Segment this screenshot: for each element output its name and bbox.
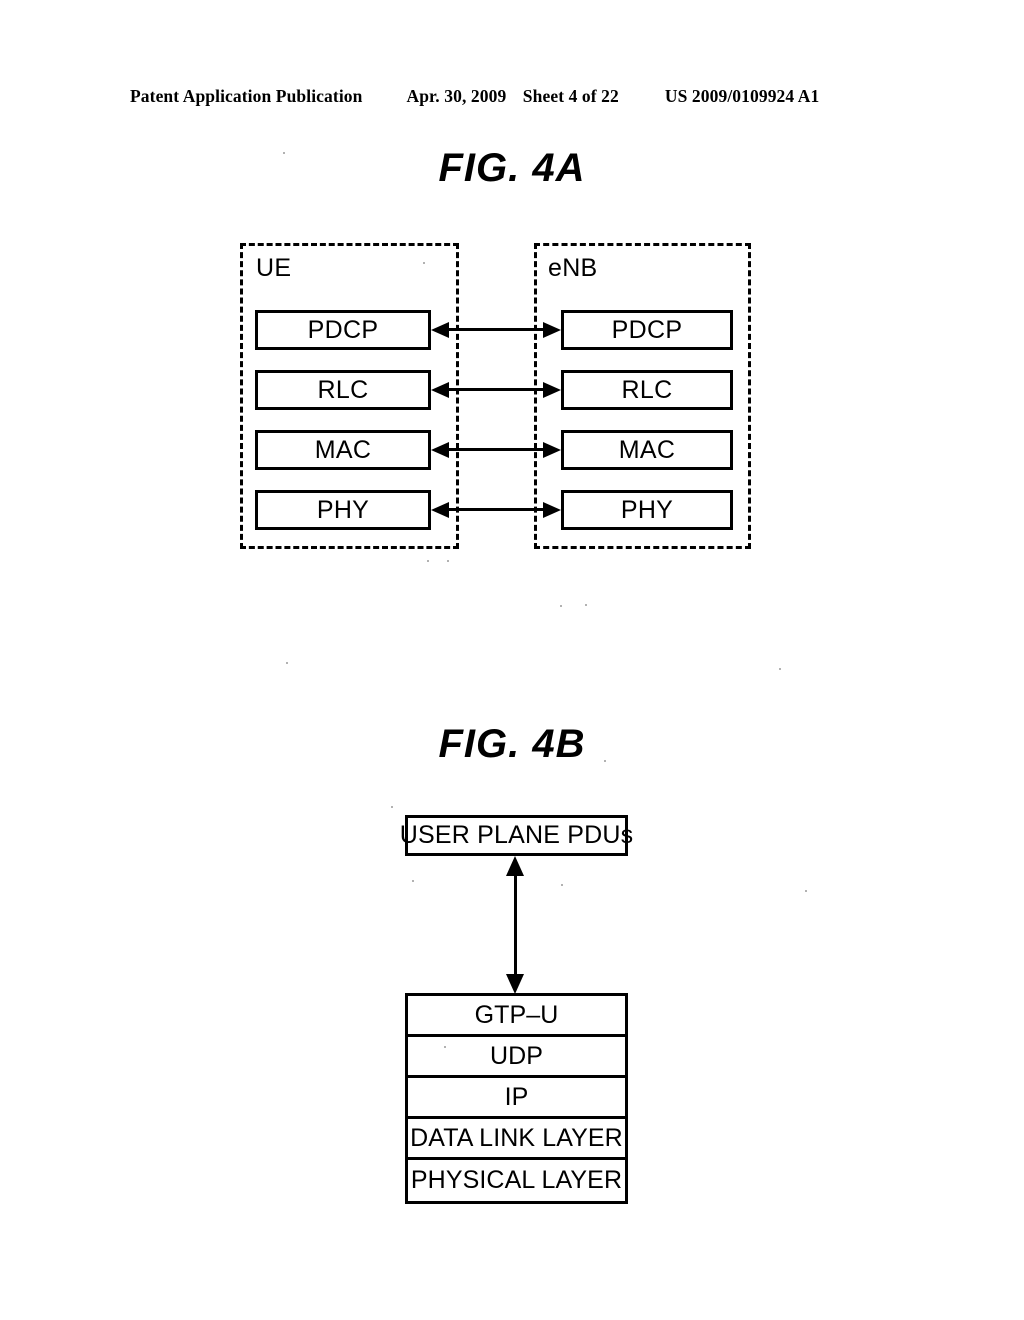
stack-row-ip: IP [408, 1078, 625, 1119]
scan-speck [585, 604, 587, 606]
scan-speck [444, 1046, 446, 1048]
scan-speck [412, 880, 414, 882]
scan-speck [447, 560, 449, 562]
arrow-shaft [513, 868, 517, 982]
stack-row-udp: UDP [408, 1037, 625, 1078]
scan-speck [427, 560, 429, 562]
stack-row-gtp-u: GTP–U [408, 996, 625, 1037]
scan-speck [283, 152, 285, 154]
stack-row-physical-layer: PHYSICAL LAYER [410, 1166, 623, 1194]
figure-4b-title: FIG. 4B [438, 722, 586, 766]
user-plane-pdus-box: USER PLANE PDUs [400, 815, 633, 856]
vertical-double-arrow-icon [505, 856, 525, 994]
scan-speck [805, 890, 807, 892]
figure-4b: FIG. 4B USER PLANE PDUs GTP–U UDP IP DAT… [0, 0, 1024, 1320]
scan-speck [560, 605, 562, 607]
scan-speck [286, 662, 288, 664]
scan-speck [779, 668, 781, 670]
transport-protocol-stack: GTP–U UDP IP DATA LINK LAYER PHYSICAL LA… [405, 993, 628, 1204]
arrow-head-down-icon [506, 974, 524, 994]
patent-page: Patent Application Publication Apr. 30, … [0, 0, 1024, 1320]
scan-speck [391, 806, 393, 808]
scan-speck [423, 262, 425, 264]
scan-speck [561, 884, 563, 886]
scan-speck [604, 760, 606, 762]
stack-row-data-link-layer: DATA LINK LAYER [408, 1119, 625, 1160]
